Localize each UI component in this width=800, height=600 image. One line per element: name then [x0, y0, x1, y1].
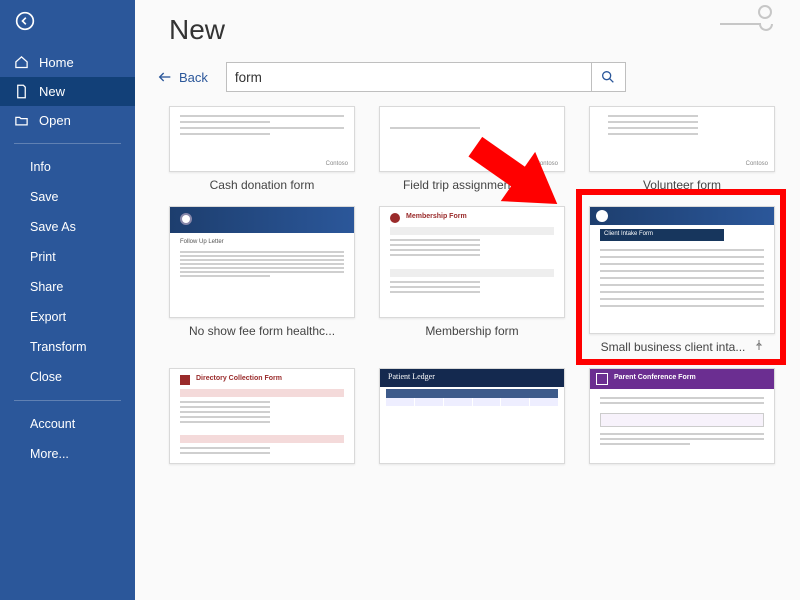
- sidebar-item-save[interactable]: Save: [0, 182, 135, 212]
- sidebar-label: Save As: [30, 220, 76, 234]
- template-card[interactable]: Parent Conference Form Parent Conference…: [589, 368, 775, 464]
- sidebar-item-open[interactable]: Open: [0, 106, 135, 135]
- template-thumbnail: Contoso: [379, 106, 565, 172]
- sidebar-item-home[interactable]: Home: [0, 48, 135, 77]
- sidebar-label: Home: [39, 55, 74, 70]
- decorative-graphic: [720, 4, 780, 39]
- template-thumbnail: Patient Ledger: [379, 368, 565, 464]
- thumb-title: Parent Conference Form: [614, 374, 696, 381]
- folder-open-icon: [14, 113, 29, 128]
- sidebar-item-export[interactable]: Export: [0, 302, 135, 332]
- sidebar-item-share[interactable]: Share: [0, 272, 135, 302]
- contoso-logo: Contoso: [536, 161, 558, 167]
- sidebar-item-new[interactable]: New: [0, 77, 135, 106]
- template-thumbnail: Client Intake Form: [589, 206, 775, 334]
- sidebar-label: Info: [30, 160, 51, 174]
- sidebar-label: Close: [30, 370, 62, 384]
- template-card[interactable]: Membership Form Membership form: [379, 206, 565, 358]
- template-label: Field trip assignment form: [379, 172, 565, 196]
- sidebar-label: Transform: [30, 340, 87, 354]
- template-card[interactable]: Contoso Cash donation form: [169, 106, 355, 196]
- template-card[interactable]: Follow Up Letter No show fee form health…: [169, 206, 355, 358]
- template-gallery: Contoso Cash donation form Contoso Field…: [135, 106, 800, 464]
- template-thumbnail: Contoso: [589, 106, 775, 172]
- page-title: New: [135, 0, 800, 46]
- template-label: Cash donation form: [169, 172, 355, 196]
- template-thumbnail: Directory Collection Form: [169, 368, 355, 464]
- template-label: Membership form: [379, 318, 565, 342]
- template-thumbnail: Follow Up Letter: [169, 206, 355, 318]
- template-thumbnail: Membership Form: [379, 206, 565, 318]
- home-icon: [14, 55, 29, 70]
- contoso-logo: Contoso: [746, 161, 768, 167]
- sidebar-label: Open: [39, 113, 71, 128]
- template-thumbnail: Parent Conference Form: [589, 368, 775, 464]
- sidebar-item-account[interactable]: Account: [0, 409, 135, 439]
- sidebar-label: More...: [30, 447, 69, 461]
- sidebar-item-more[interactable]: More...: [0, 439, 135, 469]
- template-card[interactable]: Contoso Volunteer form: [589, 106, 775, 196]
- template-card[interactable]: Patient Ledger Patient Ledger: [379, 368, 565, 464]
- thumb-title: Client Intake Form: [604, 231, 653, 237]
- divider: [14, 400, 121, 401]
- back-label: Back: [179, 70, 208, 85]
- thumb-title: Patient Ledger: [388, 372, 435, 381]
- search-button[interactable]: [591, 63, 625, 91]
- template-card[interactable]: Contoso Field trip assignment form: [379, 106, 565, 196]
- sidebar-item-info[interactable]: Info: [0, 152, 135, 182]
- search-icon: [600, 69, 616, 85]
- template-thumbnail: Contoso: [169, 106, 355, 172]
- search-row: Back: [135, 46, 800, 106]
- template-card[interactable]: Directory Collection Form Directory Coll…: [169, 368, 355, 464]
- search-input[interactable]: [227, 70, 591, 85]
- sidebar-label: Account: [30, 417, 75, 431]
- pin-icon[interactable]: [753, 339, 765, 354]
- thumb-title: Membership Form: [406, 213, 467, 220]
- sidebar-item-print[interactable]: Print: [0, 242, 135, 272]
- back-link[interactable]: Back: [157, 69, 208, 85]
- template-label: Small business client inta...: [599, 334, 748, 358]
- sidebar-item-saveas[interactable]: Save As: [0, 212, 135, 242]
- sidebar-item-transform[interactable]: Transform: [0, 332, 135, 362]
- template-search-box: [226, 62, 626, 92]
- template-label: Volunteer form: [589, 172, 775, 196]
- sidebar-label: Save: [30, 190, 59, 204]
- sidebar-item-close[interactable]: Close: [0, 362, 135, 392]
- sidebar-label: Share: [30, 280, 63, 294]
- document-icon: [14, 84, 29, 99]
- sidebar-label: New: [39, 84, 65, 99]
- thumb-title: Follow Up Letter: [180, 239, 224, 245]
- backstage-sidebar: Home New Open Info Save Save As Print Sh…: [0, 0, 135, 600]
- contoso-logo: Contoso: [326, 161, 348, 167]
- main-panel: New Back Contoso Cash donation form Cont…: [135, 0, 800, 600]
- thumb-title: Directory Collection Form: [196, 375, 282, 382]
- template-label: No show fee form healthc...: [169, 318, 355, 342]
- back-arrow-button[interactable]: [8, 6, 42, 36]
- template-card-highlighted[interactable]: Client Intake Form Small business client…: [589, 206, 775, 358]
- arrow-left-icon: [157, 69, 173, 85]
- sidebar-label: Export: [30, 310, 66, 324]
- sidebar-label: Print: [30, 250, 56, 264]
- divider: [14, 143, 121, 144]
